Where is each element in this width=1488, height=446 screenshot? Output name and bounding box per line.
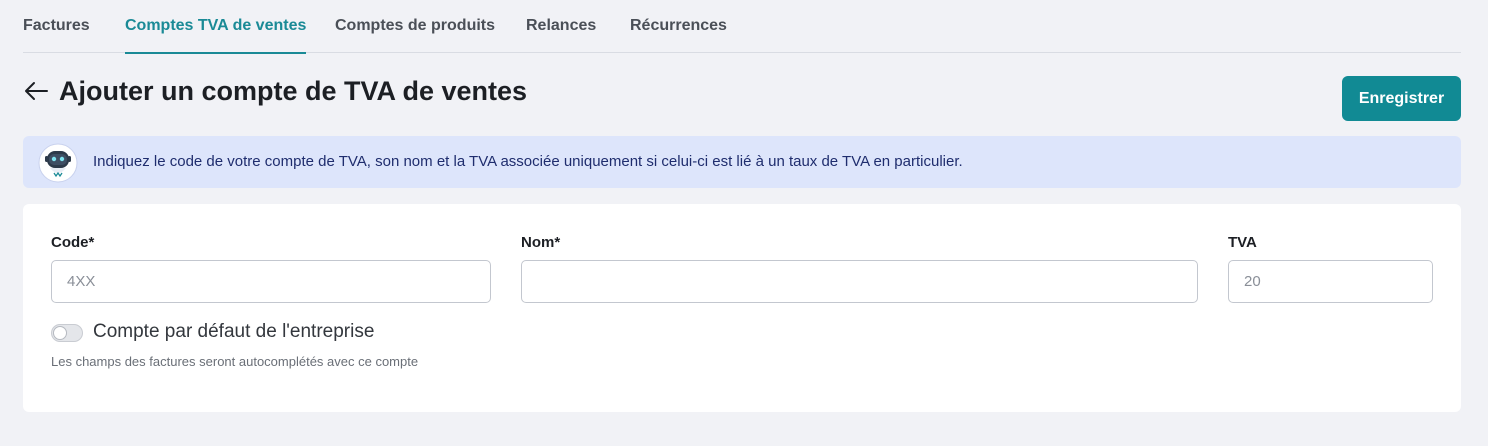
nom-label: Nom*: [521, 234, 561, 251]
tva-label: TVA: [1228, 234, 1257, 251]
form-card: Code* Nom* TVA Compte par défaut de l'en…: [23, 204, 1461, 412]
tab-comptes-de-produits[interactable]: Comptes de produits: [335, 0, 495, 53]
info-banner-text: Indiquez le code de votre compte de TVA,…: [93, 153, 963, 170]
code-label: Code*: [51, 234, 95, 251]
tab-bar: Factures Comptes TVA de ventes Comptes d…: [23, 0, 1461, 54]
default-account-label: Compte par défaut de l'entreprise: [93, 321, 375, 342]
default-account-help-text: Les champs des factures seront autocompl…: [51, 354, 419, 369]
nom-input[interactable]: [521, 260, 1198, 303]
tab-factures[interactable]: Factures: [23, 0, 90, 53]
robot-assistant-icon: [37, 143, 79, 183]
info-banner: Indiquez le code de votre compte de TVA,…: [23, 136, 1461, 188]
tab-comptes-tva-de-ventes[interactable]: Comptes TVA de ventes: [125, 0, 307, 54]
code-input[interactable]: [51, 260, 491, 303]
page-title: Ajouter un compte de TVA de ventes: [59, 76, 528, 106]
toggle-knob: [53, 326, 67, 340]
default-account-toggle[interactable]: [51, 324, 83, 342]
page: Factures Comptes TVA de ventes Comptes d…: [0, 0, 1488, 446]
save-button[interactable]: Enregistrer: [1342, 76, 1461, 121]
tva-input[interactable]: [1228, 260, 1433, 303]
tab-recurrences[interactable]: Récurrences: [630, 0, 727, 53]
arrow-left-icon[interactable]: [23, 79, 49, 103]
tab-relances[interactable]: Relances: [526, 0, 596, 53]
